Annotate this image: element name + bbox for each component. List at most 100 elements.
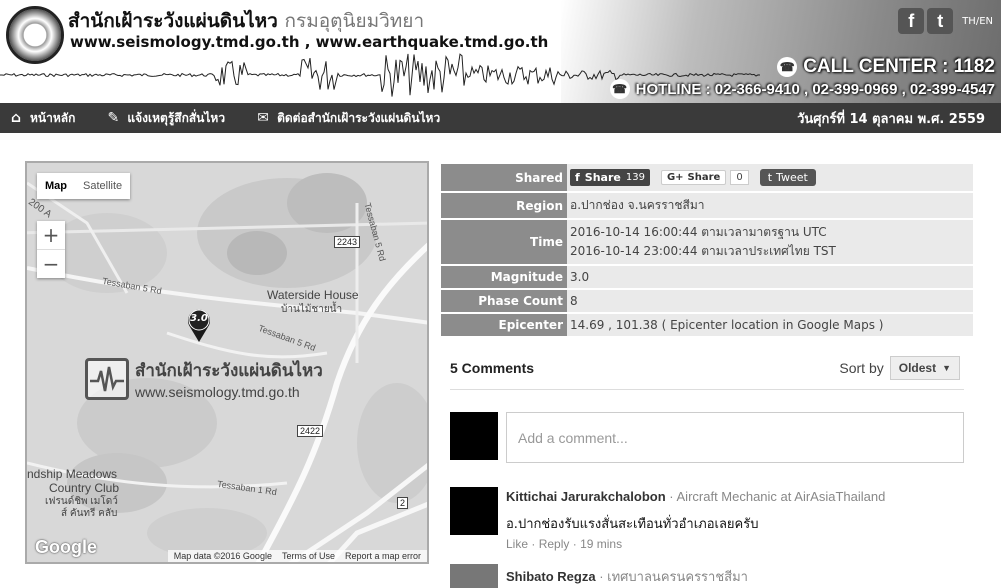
site-banner: สำนักเฝ้าระวังแผ่นดินไหว กรมอุตุนิยมวิทย…	[0, 0, 1001, 103]
facebook-icon: f	[575, 171, 580, 184]
info-label: Time	[441, 220, 567, 264]
tweet-label: Tweet	[776, 171, 808, 184]
mail-icon: ✉	[257, 110, 269, 126]
road-shield: 2243	[334, 236, 361, 248]
comment-time: 19 mins	[580, 537, 623, 551]
home-icon: ⌂	[10, 110, 22, 126]
time-value: 2016-10-14 16:00:44 ตามเวลามาตรฐาน UTC 2…	[567, 220, 973, 264]
twitter-icon: t	[767, 171, 773, 184]
info-label: Phase Count	[441, 290, 567, 312]
zoom-control: + −	[37, 221, 65, 278]
call-center: ☎ CALL CENTER : 1182	[777, 56, 995, 78]
map-type-satellite-button[interactable]: Satellite	[75, 173, 130, 199]
comment-author-role: · Aircraft Mechanic at AirAsiaThailand	[669, 489, 886, 504]
org-name: สำนักเฝ้าระวังแผ่นดินไหว กรมอุตุนิยมวิทย…	[68, 6, 424, 36]
phone-icon: ☎	[777, 57, 798, 77]
map-type-toggle: Map Satellite	[37, 173, 131, 199]
social-links: f t TH/EN	[898, 8, 993, 34]
facebook-share-button[interactable]: f Share 139	[570, 169, 650, 186]
region-value: อ.ปากช่อง จ.นครราชสีมา	[567, 193, 973, 218]
dept-name: กรมอุตุนิยมวิทยา	[284, 10, 425, 32]
road-shield: 2	[397, 497, 409, 509]
nav-report-label: แจ้งเหตุรู้สึกสั่นไหว	[127, 110, 226, 125]
info-label: Magnitude	[441, 266, 567, 288]
info-row-magnitude: Magnitude 3.0	[441, 266, 973, 288]
phone-icon: ☎	[609, 79, 630, 99]
hotline-text: HOTLINE : 02-366-9410 , 02-399-0969 , 02…	[635, 80, 995, 98]
seismograph-logo-icon	[85, 357, 129, 400]
facebook-icon[interactable]: f	[898, 8, 925, 34]
epicenter-marker[interactable]: 3.0	[187, 309, 211, 343]
google-logo: Google	[35, 537, 97, 557]
google-plus-share-label: Share	[687, 172, 721, 183]
map-watermark: สำนักเฝ้าระวังแผ่นดินไหว www.seismology.…	[85, 357, 323, 400]
share-buttons: f Share 139 G+ Share 0 t Tweet	[567, 164, 973, 191]
comment-author-role: · เทศบาลนครนครราชสีมา	[599, 569, 748, 584]
map-data-credit: Map data ©2016 Google	[173, 551, 272, 561]
nav-contact-label: ติดต่อสำนักเฝ้าระวังแผ่นดินไหว	[277, 110, 441, 125]
google-plus-share-button[interactable]: G+ Share	[660, 170, 727, 185]
google-plus-share-count: 0	[730, 170, 749, 185]
avatar[interactable]	[450, 564, 498, 588]
like-link[interactable]: Like	[506, 537, 528, 551]
twitter-icon[interactable]: t	[927, 8, 954, 34]
map-label-place: Waterside House	[267, 288, 359, 302]
marker-magnitude: 3.0	[190, 313, 208, 324]
time-tst: 2016-10-14 23:00:44 ตามเวลาประเทศไทย TST	[570, 244, 836, 258]
main-nav: ⌂ หน้าหลัก ✎ แจ้งเหตุรู้สึกสั่นไหว ✉ ติด…	[0, 103, 1001, 133]
info-row-region: Region อ.ปากช่อง จ.นครราชสีมา	[441, 193, 973, 218]
facebook-share-label: Share	[584, 171, 621, 184]
watermark-title: สำนักเฝ้าระวังแผ่นดินไหว	[135, 361, 323, 380]
watermark-text: สำนักเฝ้าระวังแผ่นดินไหว www.seismology.…	[135, 357, 323, 400]
road-shield: 2422	[297, 425, 324, 437]
nav-home[interactable]: ⌂ หน้าหลัก	[8, 109, 75, 128]
map-label-place: Country Club	[49, 481, 120, 495]
comment-text: อ.ปากช่องรับแรงสั่นสะเทือนทั่วอำเภอเลยคร…	[506, 517, 759, 532]
map-type-map-button[interactable]: Map	[37, 173, 75, 199]
nav-contact[interactable]: ✉ ติดต่อสำนักเฝ้าระวังแผ่นดินไหว	[255, 109, 440, 128]
epicenter-link[interactable]: 14.69 , 101.38 ( Epicenter location in G…	[567, 314, 973, 336]
info-row-time: Time 2016-10-14 16:00:44 ตามเวลามาตรฐาน …	[441, 220, 973, 264]
sort-select[interactable]: Oldest ▼	[889, 356, 960, 380]
epicenter-map[interactable]: Map Satellite + − 200 A Tessaban 5 Rd Te…	[25, 161, 429, 564]
zoom-in-button[interactable]: +	[37, 221, 65, 249]
map-label-place: ndship Meadows	[27, 467, 118, 481]
facebook-share-count: 139	[625, 172, 645, 183]
current-date: วันศุกร์ที่ 14 ตุลาคม พ.ศ. 2559	[797, 111, 985, 127]
add-comment-input[interactable]: Add a comment...	[506, 412, 964, 463]
avatar[interactable]	[450, 487, 498, 535]
time-utc: 2016-10-14 16:00:44 ตามเวลามาตรฐาน UTC	[570, 225, 827, 239]
nav-home-label: หน้าหลัก	[30, 110, 76, 125]
info-row-phase-count: Phase Count 8	[441, 290, 973, 312]
info-label: Shared	[441, 164, 567, 191]
nav-report[interactable]: ✎ แจ้งเหตุรู้สึกสั่นไหว	[105, 109, 226, 128]
watermark-url: www.seismology.tmd.go.th	[135, 384, 300, 400]
phase-count-value: 8	[567, 290, 973, 312]
comment-author: Kittichai Jarurakchalobon · Aircraft Mec…	[506, 489, 885, 504]
info-row-shared: Shared f Share 139 G+ Share 0 t Tweet	[441, 164, 973, 191]
caret-down-icon: ▼	[942, 363, 951, 373]
hotline: ☎ HOTLINE : 02-366-9410 , 02-399-0969 , …	[609, 79, 995, 99]
google-plus-icon: G+	[666, 172, 684, 183]
tweet-button[interactable]: t Tweet	[759, 169, 816, 186]
map-label-place: ส์ คันทรี คลับ	[61, 508, 118, 519]
comment-count: 5 Comments	[450, 360, 535, 376]
map-label-place: บ้านไม้ชายน้ำ	[281, 304, 343, 315]
separator: ·	[531, 537, 539, 551]
report-icon: ✎	[107, 110, 120, 126]
language-switch[interactable]: TH/EN	[962, 16, 993, 27]
reply-link[interactable]: Reply	[539, 537, 570, 551]
terms-link[interactable]: Terms of Use	[282, 551, 335, 561]
org-name-text: สำนักเฝ้าระวังแผ่นดินไหว	[68, 10, 278, 32]
comment-author-name[interactable]: Kittichai Jarurakchalobon	[506, 489, 666, 504]
info-label: Epicenter	[441, 314, 567, 336]
comments-divider	[450, 389, 964, 390]
map-footer: Map data ©2016 Google Terms of Use Repor…	[167, 550, 427, 562]
info-row-epicenter: Epicenter 14.69 , 101.38 ( Epicenter loc…	[441, 314, 973, 336]
comments-header: 5 Comments Sort by Oldest ▼	[450, 356, 960, 380]
zoom-out-button[interactable]: −	[37, 250, 65, 278]
report-map-error-link[interactable]: Report a map error	[345, 551, 421, 561]
comment-author-name[interactable]: Shibato Regza	[506, 569, 596, 584]
avatar	[450, 412, 498, 460]
sort-by-label: Sort by	[839, 360, 884, 376]
